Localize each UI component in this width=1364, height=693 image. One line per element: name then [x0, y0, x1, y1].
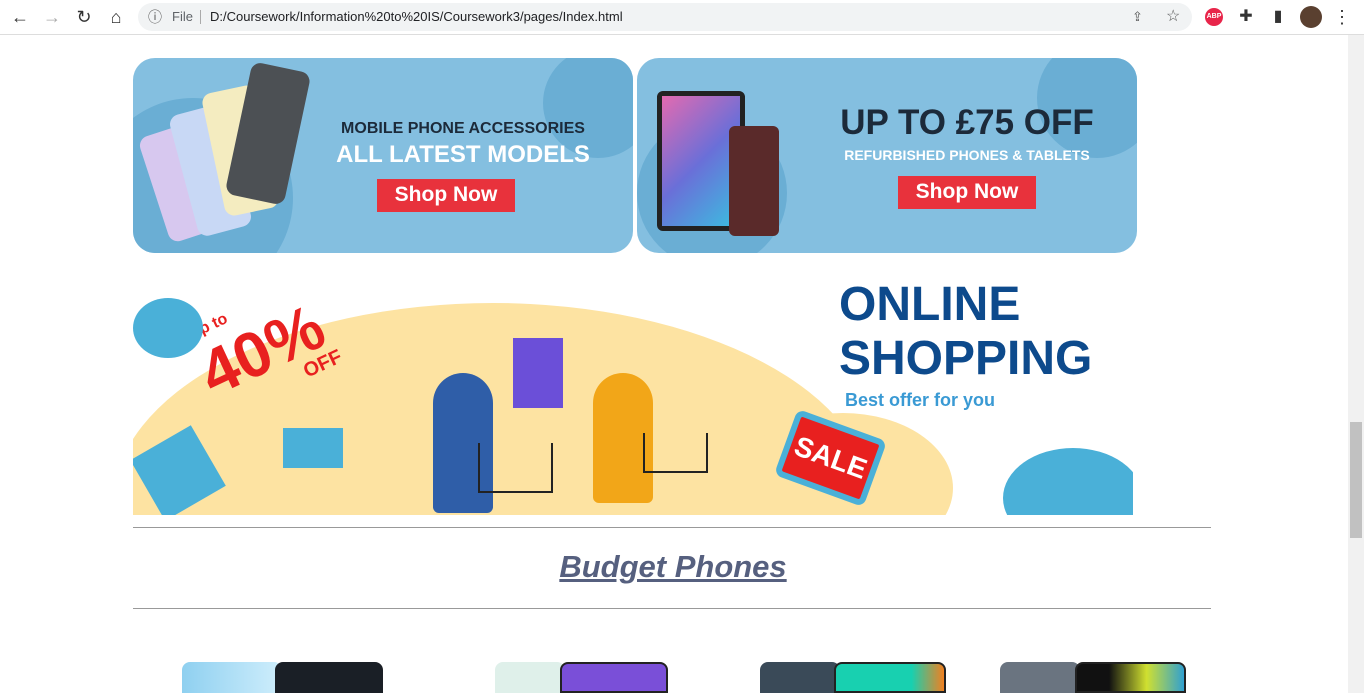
product-image[interactable] — [1075, 662, 1186, 693]
reload-icon[interactable]: ↻ — [72, 5, 96, 29]
refurbished-banner[interactable]: UP TO £75 OFF REFURBISHED PHONES & TABLE… — [637, 58, 1137, 253]
bookmark-star-icon[interactable]: ☆ — [1166, 3, 1180, 31]
divider — [133, 527, 1211, 528]
shopping-cart-illustration — [643, 433, 708, 473]
side-panel-icon[interactable]: ▮ — [1266, 5, 1290, 29]
accessories-banner[interactable]: MOBILE PHONE ACCESSORIES ALL LATEST MODE… — [133, 58, 633, 253]
banner-line1: UP TO £75 OFF — [840, 103, 1094, 142]
online-shopping-hero-banner[interactable]: Up to 40% OFF SALE ONLINE SHOPPING Best … — [133, 263, 1133, 515]
url-text[interactable]: D:/Coursework/Information%20to%20IS/Cour… — [210, 3, 623, 31]
share-icon[interactable]: ⇪ — [1132, 3, 1143, 31]
product-image[interactable] — [760, 662, 840, 693]
product-image[interactable] — [1000, 662, 1080, 693]
shop-now-button[interactable]: Shop Now — [898, 176, 1036, 209]
scrollbar[interactable] — [1348, 35, 1364, 693]
hero-title-line2: SHOPPING — [839, 332, 1093, 385]
browser-toolbar: ← → ↻ ⌂ ⓘ File D:/Coursework/Information… — [0, 0, 1364, 35]
shopping-cart-illustration — [478, 443, 553, 493]
banner-line2: ALL LATEST MODELS — [336, 141, 590, 168]
extensions-puzzle-icon[interactable]: ✚ — [1234, 5, 1258, 29]
product-image[interactable] — [834, 662, 946, 693]
home-icon[interactable]: ⌂ — [104, 5, 128, 29]
phone-image — [224, 61, 312, 206]
shopper-illustration — [513, 338, 563, 408]
info-icon[interactable]: ⓘ — [148, 3, 162, 31]
product-image[interactable] — [182, 662, 282, 693]
product-image[interactable] — [560, 662, 668, 693]
forward-icon[interactable]: → — [40, 5, 64, 29]
leaf-illustration — [133, 298, 203, 358]
leaf-illustration — [1003, 448, 1133, 515]
section-title[interactable]: Budget Phones — [0, 549, 1346, 585]
banner-line1: MOBILE PHONE ACCESSORIES — [341, 120, 585, 137]
banner-line2: REFURBISHED PHONES & TABLETS — [844, 147, 1090, 163]
adblock-icon[interactable]: ABP — [1205, 8, 1223, 26]
gift-box-illustration — [283, 428, 343, 468]
divider — [133, 608, 1211, 609]
phone-image — [729, 126, 779, 236]
back-icon[interactable]: ← — [8, 5, 32, 29]
hero-subtitle: Best offer for you — [845, 390, 996, 410]
product-image[interactable] — [495, 662, 565, 693]
product-image[interactable] — [275, 662, 383, 693]
hero-title-line1: ONLINE — [839, 278, 1021, 331]
scrollbar-thumb[interactable] — [1350, 422, 1362, 538]
url-scheme: File — [172, 9, 193, 24]
divider — [200, 10, 201, 24]
shop-now-button[interactable]: Shop Now — [377, 179, 515, 212]
menu-kebab-icon[interactable]: ⋮ — [1330, 5, 1354, 29]
profile-avatar[interactable] — [1300, 6, 1322, 28]
address-bar[interactable]: ⓘ File D:/Coursework/Information%20to%20… — [138, 3, 1192, 31]
